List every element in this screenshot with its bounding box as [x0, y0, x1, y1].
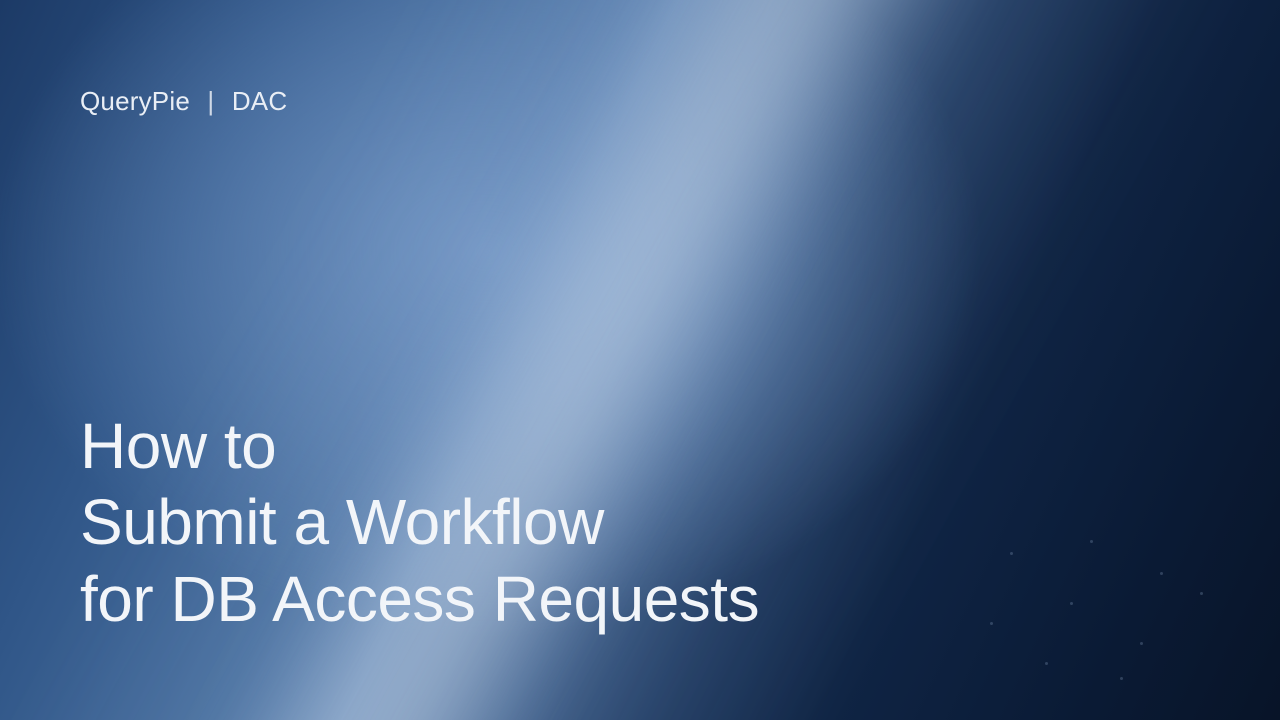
- breadcrumb-section: DAC: [232, 86, 288, 116]
- title-line-3: for DB Access Requests: [80, 561, 759, 638]
- breadcrumb-product: QueryPie: [80, 86, 190, 116]
- title-line-2: Submit a Workflow: [80, 484, 759, 561]
- breadcrumb: QueryPie | DAC: [80, 86, 287, 117]
- decorative-dots: [950, 532, 1250, 692]
- page-title: How to Submit a Workflow for DB Access R…: [80, 408, 759, 638]
- title-line-1: How to: [80, 408, 759, 485]
- breadcrumb-separator: |: [207, 86, 214, 117]
